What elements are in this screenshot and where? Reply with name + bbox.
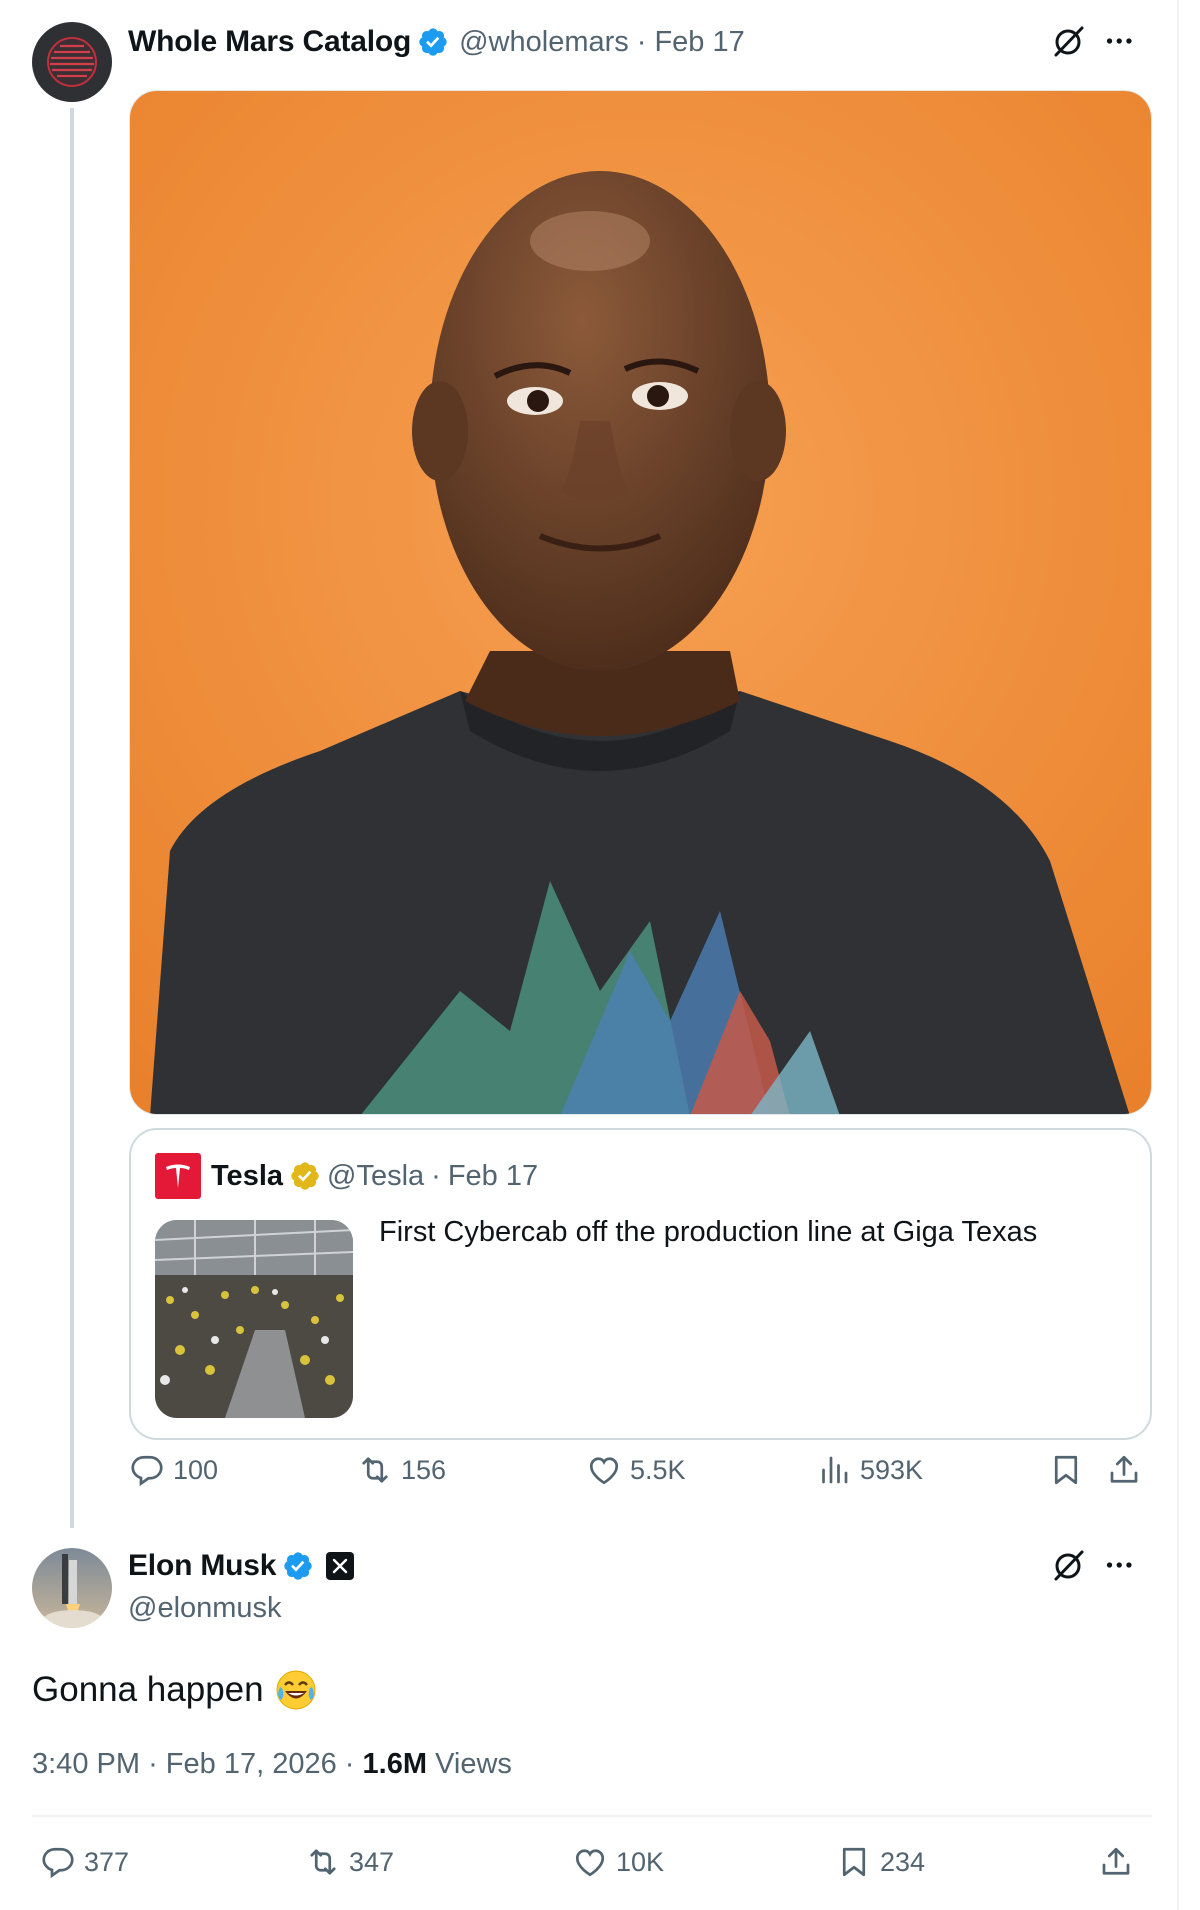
grok-icon[interactable] (1052, 24, 1086, 58)
like-count: 5.5K (630, 1454, 686, 1485)
bookmark-button[interactable]: 234 (836, 1844, 925, 1880)
separator-dot: · (344, 1748, 355, 1780)
bookmark-count: 234 (880, 1846, 926, 1877)
like-button[interactable]: 5.5K (586, 1452, 686, 1488)
wholemars-logo-icon (47, 37, 97, 87)
column-border (1177, 0, 1179, 1910)
like-icon (589, 1457, 619, 1485)
reply-icon (42, 1847, 74, 1879)
bookmark-icon (842, 1847, 866, 1877)
separator-dot: · (636, 25, 647, 58)
repost-count: 347 (349, 1846, 395, 1877)
reply-top-icons (1052, 1548, 1138, 1582)
factory-crowd-image (155, 1220, 353, 1418)
quote-author-handle[interactable]: @Tesla (327, 1160, 424, 1193)
repost-button[interactable]: 347 (305, 1844, 394, 1880)
share-icon (1110, 1455, 1138, 1483)
reply-icon (131, 1455, 163, 1487)
more-icon[interactable] (1104, 24, 1138, 58)
reply-author-handle[interactable]: @elonmusk (128, 1592, 282, 1625)
x-affiliate-icon[interactable] (326, 1552, 355, 1580)
separator-dot: · (431, 1159, 441, 1192)
share-button[interactable] (1098, 1844, 1142, 1880)
quote-thumbnail[interactable] (155, 1220, 353, 1418)
reply-time[interactable]: 3:40 PM (32, 1748, 140, 1780)
repost-icon (310, 1849, 336, 1875)
share-button[interactable] (1106, 1452, 1150, 1488)
more-icon[interactable] (1104, 1548, 1138, 1582)
starship-launch-image (32, 1548, 112, 1628)
thread-line (70, 108, 74, 1528)
quote-date[interactable]: Feb 17 (448, 1160, 538, 1193)
reply-views-count: 1.6M (362, 1748, 427, 1780)
bookmark-button[interactable] (1048, 1452, 1092, 1488)
tweet-photo[interactable] (129, 90, 1152, 1115)
author-name[interactable]: Whole Mars Catalog (128, 25, 411, 59)
repost-icon (362, 1457, 388, 1483)
tesla-logo-icon (166, 1164, 190, 1188)
verified-badge-icon (417, 26, 449, 58)
elonmusk-avatar[interactable] (32, 1548, 112, 1628)
quote-card[interactable]: Tesla @Tesla · Feb 17 First Cybercab off… (129, 1128, 1152, 1440)
divider (32, 1815, 1152, 1817)
quote-author-name[interactable]: Tesla (211, 1160, 283, 1193)
like-button[interactable]: 10K (572, 1844, 664, 1880)
views-icon (822, 1456, 848, 1484)
reply-views-label: Views (435, 1748, 512, 1780)
like-icon (575, 1849, 605, 1877)
tweet-header: Whole Mars Catalog @wholemars · Feb 17 (128, 20, 745, 64)
reply-meta: 3:40 PM · Feb 17, 2026 · 1.6M Views (32, 1748, 512, 1781)
reply-button[interactable]: 100 (129, 1452, 218, 1488)
reply-count: 377 (84, 1846, 130, 1877)
reply-tweet-header: Elon Musk (128, 1544, 355, 1588)
verified-gold-badge-icon (289, 1160, 321, 1192)
reply-tweet-text: Gonna happen (32, 1668, 318, 1712)
views-count: 593K (860, 1454, 924, 1485)
tweet-top-icons (1052, 24, 1138, 58)
quote-text: First Cybercab off the production line a… (379, 1216, 1038, 1248)
reply-button[interactable]: 377 (40, 1844, 129, 1880)
like-count: 10K (616, 1846, 665, 1877)
tesla-avatar[interactable] (155, 1153, 201, 1199)
grok-icon[interactable] (1052, 1548, 1086, 1582)
verified-badge-icon (282, 1550, 314, 1582)
repost-button[interactable]: 156 (357, 1452, 446, 1488)
separator-dot: · (148, 1748, 158, 1780)
reply-count: 100 (173, 1454, 219, 1485)
quote-header: Tesla @Tesla · Feb 17 (155, 1152, 538, 1200)
reply-text: Gonna happen (32, 1670, 264, 1709)
reply-date[interactable]: Feb 17, 2026 (166, 1748, 337, 1780)
bookmark-icon (1054, 1455, 1078, 1485)
repost-count: 156 (401, 1454, 447, 1485)
portrait-image (130, 91, 1151, 1114)
views-button[interactable]: 593K (816, 1452, 923, 1488)
share-icon (1102, 1847, 1130, 1875)
reply-author-name[interactable]: Elon Musk (128, 1549, 276, 1583)
laughing-emoji-icon (274, 1668, 318, 1712)
author-handle[interactable]: @wholemars (459, 26, 629, 59)
wholemars-avatar[interactable] (32, 22, 112, 102)
tweet-date[interactable]: Feb 17 (654, 26, 744, 59)
